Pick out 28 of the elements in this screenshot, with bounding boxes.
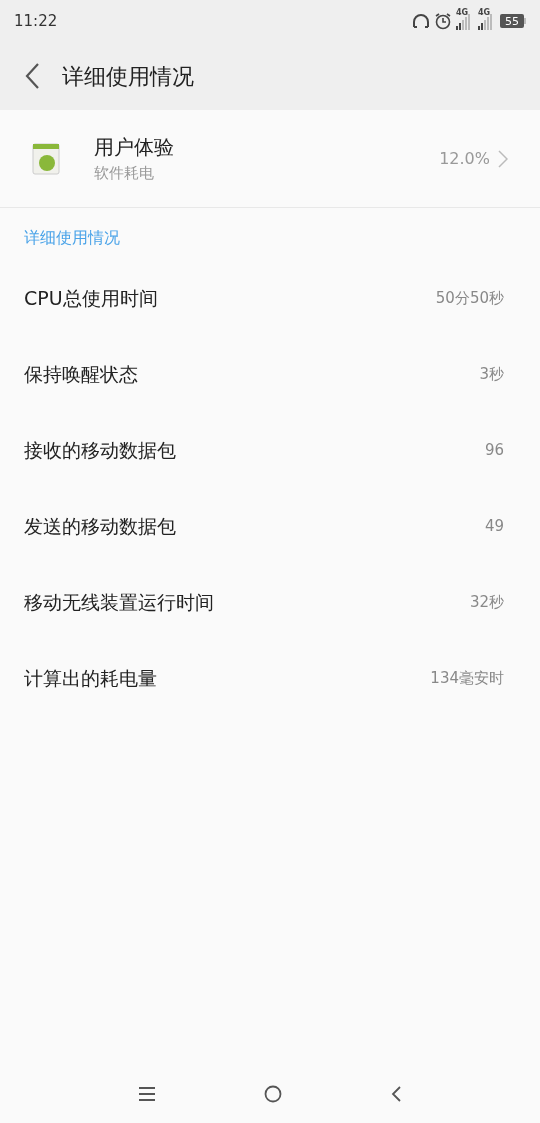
row-value: 134毫安时 — [430, 667, 504, 689]
battery-level: 55 — [505, 15, 519, 27]
row-label: 计算出的耗电量 — [24, 665, 157, 691]
menu-button[interactable] — [139, 1085, 156, 1103]
network-label: 4G — [456, 9, 469, 17]
row-label: 接收的移动数据包 — [24, 437, 176, 463]
usage-percent: 12.0% — [439, 147, 490, 170]
row-value: 96 — [484, 439, 504, 461]
home-button[interactable] — [264, 1085, 282, 1103]
alarm-icon — [434, 12, 452, 30]
row-value: 49 — [484, 515, 504, 537]
app-name: 用户体验 — [94, 134, 175, 162]
back-nav-button[interactable] — [390, 1085, 401, 1103]
app-icon — [32, 142, 60, 175]
section-title: 详细使用情况 — [24, 228, 120, 247]
network-label: 4G — [478, 9, 491, 17]
row-label: 保持唤醒状态 — [24, 361, 138, 387]
chevron-right-icon — [498, 149, 508, 168]
page-title: 详细使用情况 — [62, 62, 194, 91]
status-time: 11:22 — [14, 10, 58, 32]
row-value: 50分50秒 — [435, 287, 504, 309]
headphones-icon — [412, 13, 430, 29]
row-value: 32秒 — [469, 591, 504, 613]
row-value: 3秒 — [479, 363, 504, 385]
row-label: 发送的移动数据包 — [24, 513, 176, 539]
app-subtitle: 软件耗电 — [94, 163, 155, 185]
row-label: 移动无线装置运行时间 — [24, 589, 214, 615]
row-label: CPU总使用时间 — [24, 285, 158, 311]
